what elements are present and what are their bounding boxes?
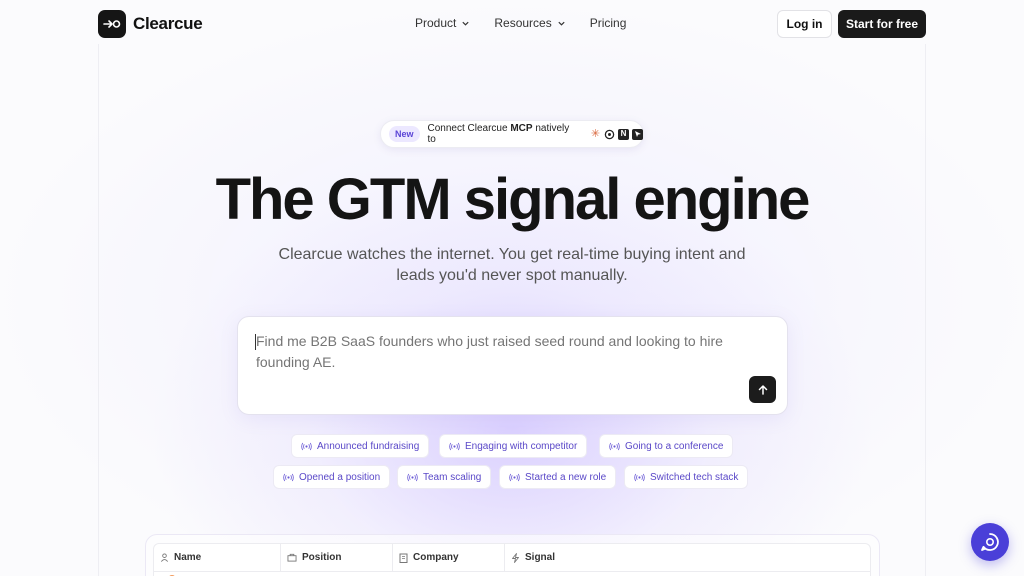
leads-table: Name Position Company Signal (153, 543, 871, 576)
chip-started-new-role[interactable]: Started a new role (499, 465, 617, 489)
login-button[interactable]: Log in (777, 10, 832, 38)
start-free-button[interactable]: Start for free (838, 10, 926, 38)
claude-icon: ✳ (590, 127, 601, 140)
column-header-name[interactable]: Name (154, 544, 281, 571)
column-header-signal[interactable]: Signal (505, 544, 872, 571)
chip-engaging-competitor[interactable]: Engaging with competitor (439, 434, 588, 458)
chip-opened-position[interactable]: Opened a position (273, 465, 391, 489)
nav-resources-label: Resources (494, 16, 552, 30)
badge-text-prefix: Connect Clearcue (427, 123, 511, 134)
chat-icon (981, 533, 999, 551)
chip-label: Announced fundraising (317, 440, 420, 452)
prompt-input[interactable] (256, 331, 726, 373)
chevron-down-icon (462, 21, 469, 26)
main-menu: Product Resources Pricing (415, 16, 626, 30)
chat-launcher-button[interactable] (971, 523, 1009, 561)
person-icon (160, 553, 169, 562)
chip-team-scaling[interactable]: Team scaling (397, 465, 492, 489)
chip-label: Switched tech stack (650, 471, 739, 483)
column-label: Name (174, 552, 202, 563)
chip-label: Opened a position (299, 471, 381, 483)
hero-title: The GTM signal engine (215, 167, 811, 232)
openai-icon (604, 129, 615, 140)
column-header-company[interactable]: Company (393, 544, 505, 571)
nav-pricing-label: Pricing (589, 16, 627, 30)
nav-pricing[interactable]: Pricing (590, 16, 627, 30)
chevron-down-icon (558, 21, 565, 26)
badge-text: Connect Clearcue MCP natively to (428, 123, 580, 145)
signal-icon (301, 442, 312, 450)
signal-icon (407, 473, 418, 481)
chip-label: Started a new role (525, 471, 607, 483)
chip-announced-fundraising[interactable]: Announced fundraising (291, 434, 430, 458)
prompt-box (237, 316, 788, 415)
signal-icon (283, 473, 294, 481)
building-icon (399, 553, 408, 563)
new-tag: New (389, 126, 420, 142)
chip-label: Engaging with competitor (465, 440, 578, 452)
column-label: Company (413, 552, 459, 563)
clearcue-logo-icon (98, 10, 126, 38)
chip-label: Going to a conference (625, 440, 724, 452)
header-divider (154, 571, 870, 572)
announcement-badge[interactable]: New Connect Clearcue MCP natively to ✳ N (380, 120, 644, 148)
integration-icons: ✳ N (590, 127, 643, 140)
nav-product[interactable]: Product (415, 16, 470, 30)
signal-icon (609, 442, 620, 450)
brand-logo[interactable]: Clearcue (98, 10, 203, 38)
brand-name: Clearcue (133, 14, 203, 33)
signal-icon (634, 473, 645, 481)
chip-label: Team scaling (423, 471, 482, 483)
chip-switched-tech-stack[interactable]: Switched tech stack (624, 465, 749, 489)
arrow-up-icon (758, 384, 767, 395)
column-header-position[interactable]: Position (281, 544, 393, 571)
submit-button[interactable] (749, 376, 776, 403)
hero-subtitle: Clearcue watches the internet. You get r… (278, 246, 746, 284)
nav-resources[interactable]: Resources (494, 16, 565, 30)
briefcase-icon (287, 553, 297, 562)
signal-icon (449, 442, 460, 450)
column-label: Position (302, 552, 342, 563)
notion-icon: N (618, 128, 629, 140)
cursor-icon (632, 128, 643, 140)
column-label: Signal (525, 552, 556, 563)
top-nav: Clearcue Product Resources Pricing Log i… (0, 0, 1024, 48)
chip-going-to-conference[interactable]: Going to a conference (599, 434, 734, 458)
signal-icon (509, 473, 520, 481)
badge-text-bold: MCP (510, 123, 533, 134)
nav-product-label: Product (415, 16, 457, 30)
bolt-icon (512, 552, 519, 563)
